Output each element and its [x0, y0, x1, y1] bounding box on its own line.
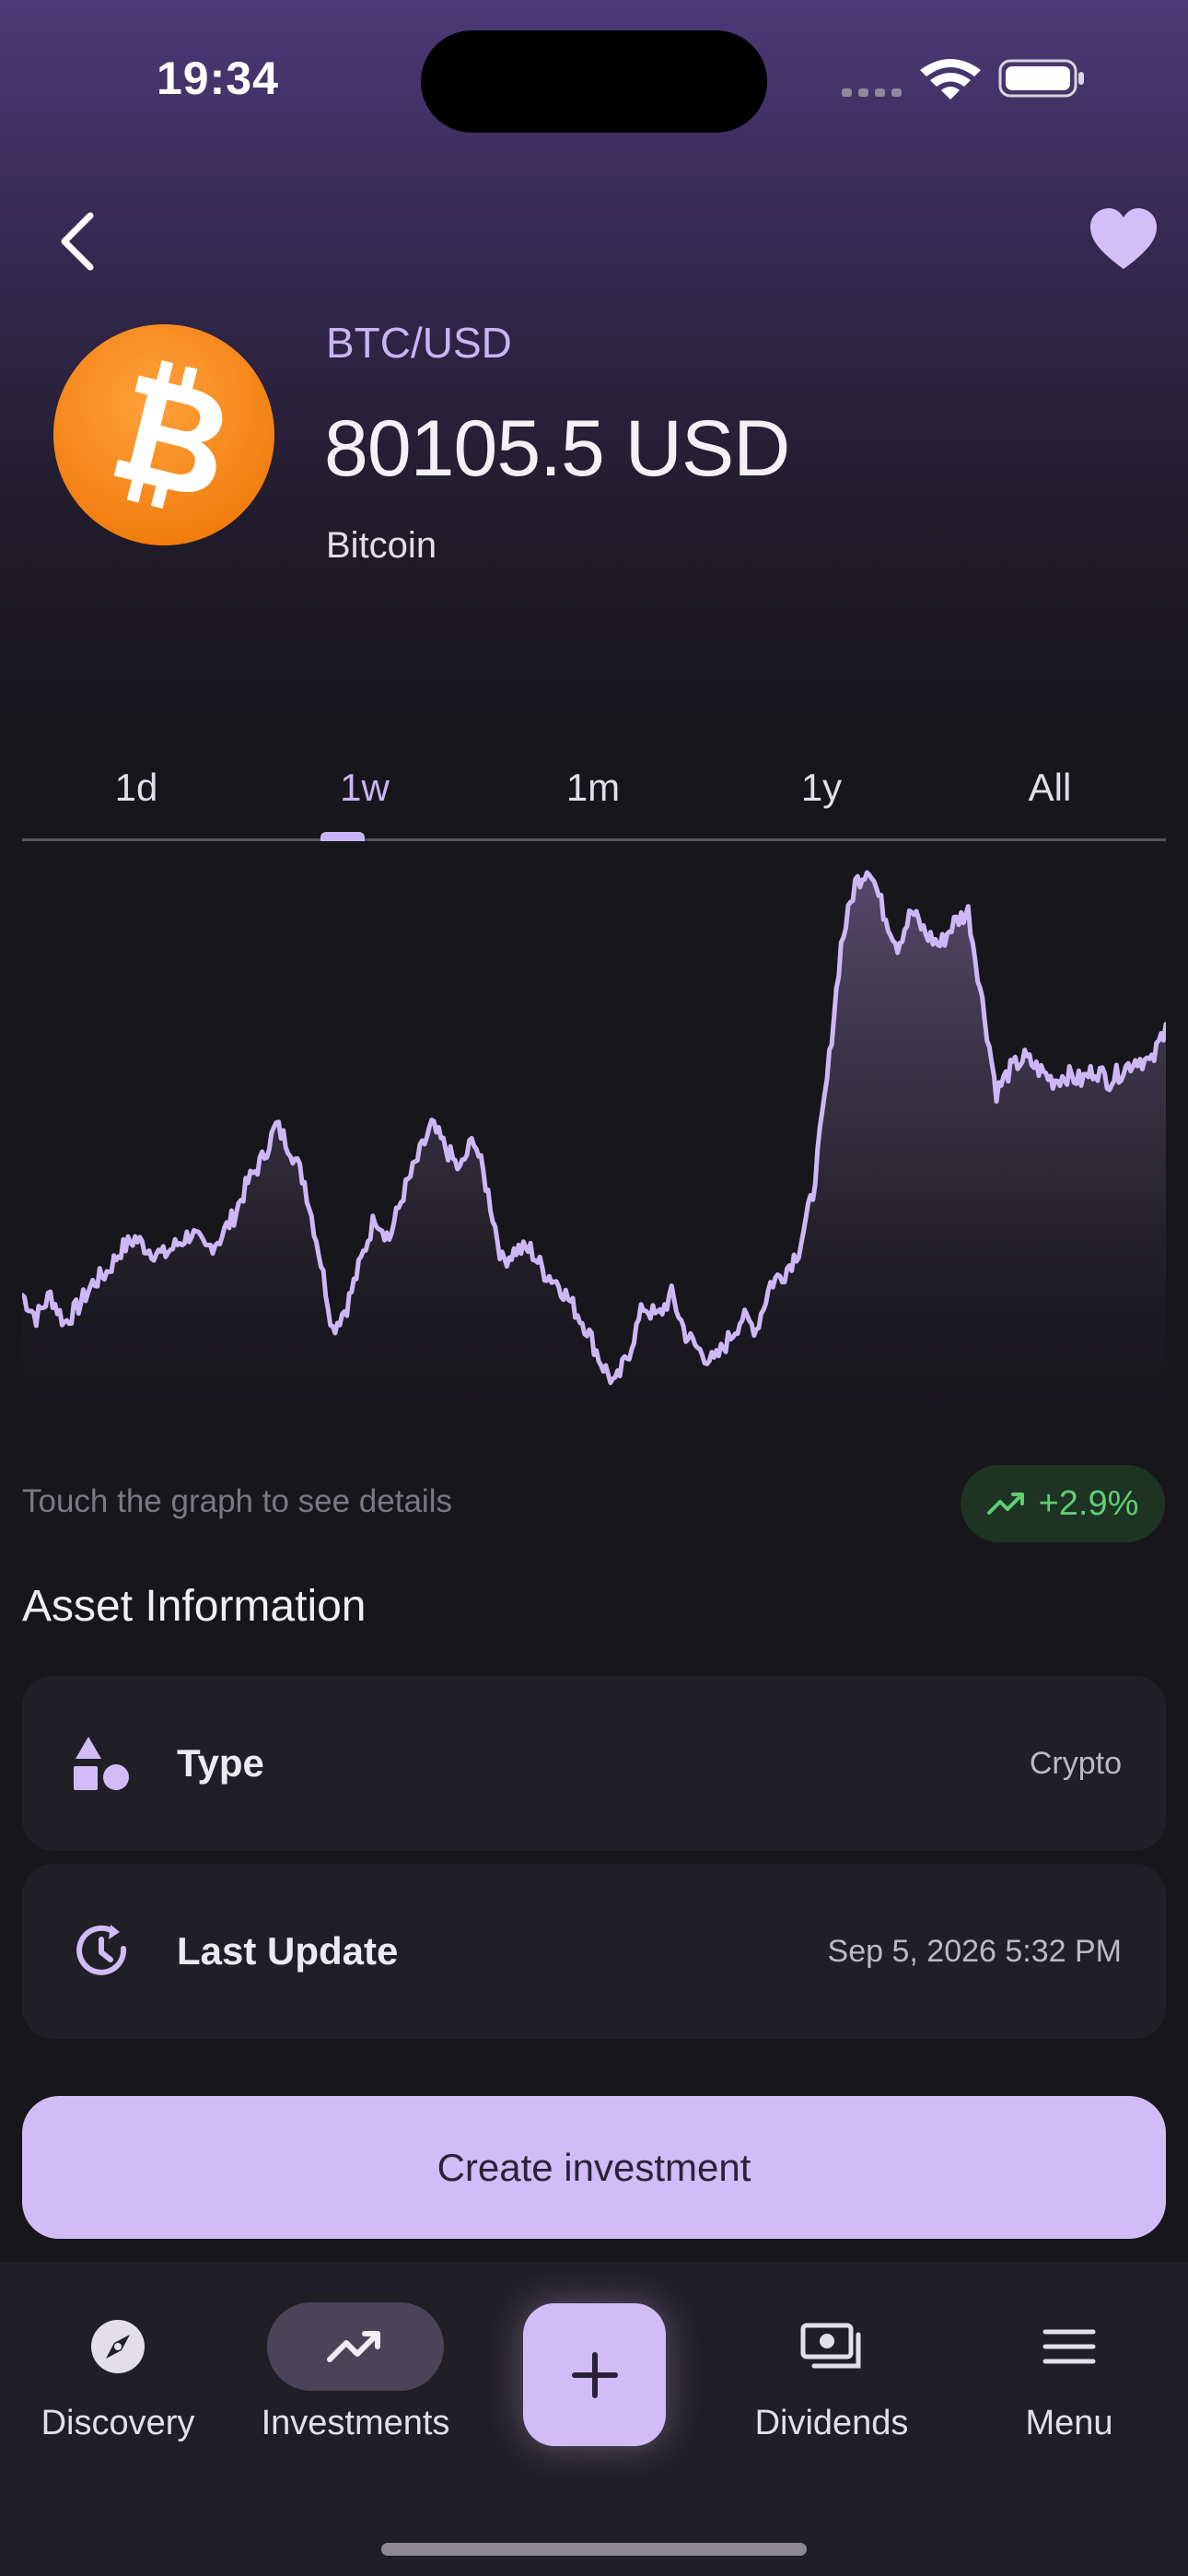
- wifi-icon: [920, 59, 981, 100]
- tab-all[interactable]: All: [936, 737, 1164, 838]
- bitcoin-logo: [53, 324, 274, 545]
- nav-menu-pill: [981, 2302, 1158, 2391]
- back-arrow-icon: [61, 212, 94, 271]
- range-tabs: 1d 1w 1m 1y All: [22, 737, 1166, 841]
- battery-icon: [998, 59, 1084, 98]
- chart-hint: Touch the graph to see details: [22, 1483, 452, 1519]
- change-badge: +2.9%: [961, 1465, 1165, 1542]
- create-investment-button[interactable]: Create investment: [22, 2096, 1166, 2239]
- last-update-label: Last Update: [177, 1929, 399, 1973]
- home-indicator: [381, 2543, 807, 2556]
- change-value: +2.9%: [1038, 1483, 1139, 1523]
- price-chart[interactable]: [22, 848, 1166, 1437]
- menu-icon: [1042, 2329, 1096, 2364]
- back-button[interactable]: [50, 205, 105, 278]
- tabs-divider: [22, 838, 1166, 841]
- history-icon: [76, 1925, 127, 1975]
- nav-discovery-label: Discovery: [41, 2404, 195, 2442]
- info-card-type: Type Crypto: [22, 1676, 1166, 1851]
- info-card-last-update: Last Update Sep 5, 2026 5:32 PM: [22, 1864, 1166, 2039]
- asset-name: Bitcoin: [326, 525, 437, 566]
- bottom-nav: Discovery Investments Dividends Menu: [0, 2262, 1188, 2576]
- plus-icon: [571, 2351, 618, 2398]
- compass-icon: [91, 2320, 145, 2373]
- active-tab-indicator: [320, 832, 365, 841]
- tab-1y[interactable]: 1y: [707, 737, 936, 838]
- nav-dividends-label: Dividends: [754, 2404, 909, 2442]
- nav-menu-label: Menu: [1025, 2404, 1113, 2442]
- favorite-button[interactable]: [1087, 205, 1160, 278]
- nav-discovery-pill: [29, 2302, 206, 2391]
- shapes-icon: [74, 1737, 129, 1790]
- dynamic-island: [421, 30, 767, 133]
- status-icons: [842, 59, 1084, 100]
- payments-icon: [800, 2323, 861, 2369]
- nav-menu[interactable]: Menu: [959, 2302, 1180, 2468]
- price-label: 80105.5 USD: [324, 404, 790, 493]
- nav-investments-label: Investments: [261, 2404, 450, 2442]
- trending-up-icon: [327, 2331, 380, 2362]
- tab-1w[interactable]: 1w: [250, 737, 479, 838]
- status-time: 19:34: [157, 53, 279, 104]
- tab-1m[interactable]: 1m: [479, 737, 707, 838]
- screen: 19:34 BTC/USD 80105.5 USD Bitcoin 1d 1w …: [0, 0, 1188, 2576]
- nav-discovery[interactable]: Discovery: [7, 2302, 228, 2468]
- last-update-value: Sep 5, 2026 5:32 PM: [827, 1933, 1122, 1969]
- type-label: Type: [177, 1741, 264, 1785]
- section-title: Asset Information: [22, 1582, 367, 1631]
- nav-dividends[interactable]: Dividends: [721, 2302, 942, 2468]
- pair-label: BTC/USD: [326, 319, 512, 367]
- heart-icon: [1090, 208, 1157, 269]
- nav-dividends-pill: [743, 2302, 920, 2391]
- add-button[interactable]: [523, 2303, 666, 2446]
- trending-up-icon: [986, 1493, 1024, 1515]
- nav-investments[interactable]: Investments: [245, 2302, 466, 2468]
- signal-icon: [842, 88, 902, 97]
- tab-1d[interactable]: 1d: [22, 737, 250, 838]
- nav-investments-pill: [267, 2302, 444, 2391]
- type-value: Crypto: [1029, 1745, 1122, 1781]
